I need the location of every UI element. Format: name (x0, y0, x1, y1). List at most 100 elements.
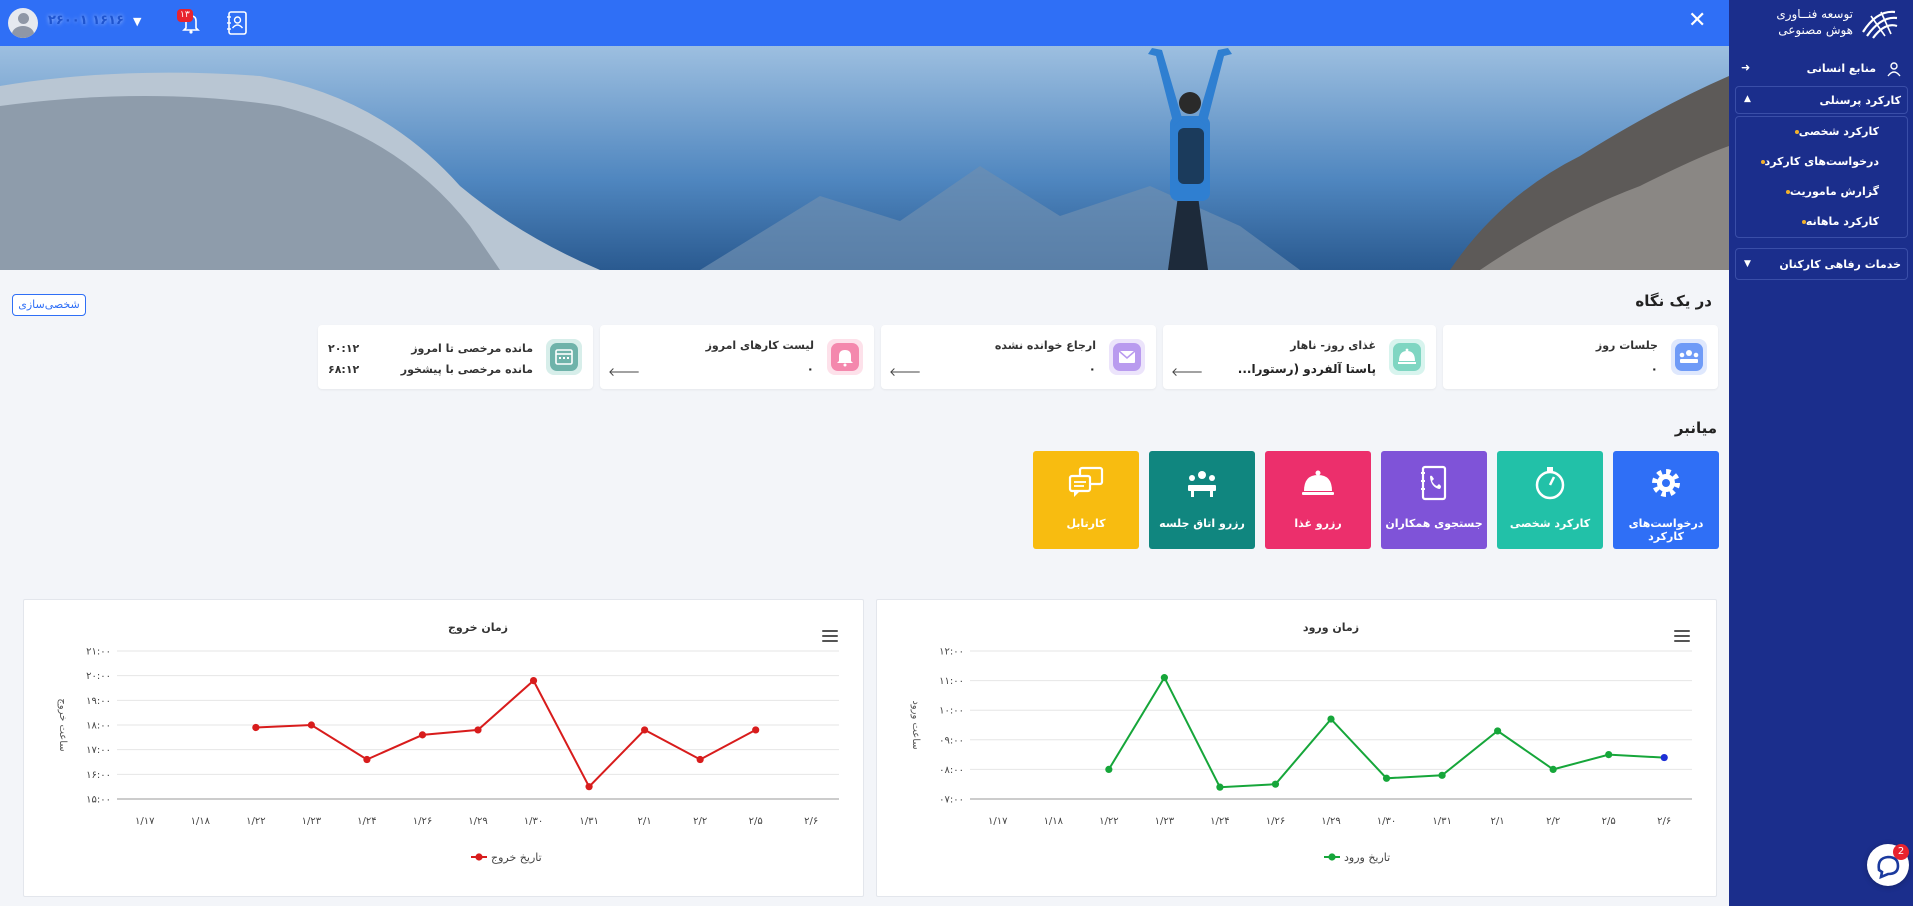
x-tick-label: ۲/۲ (1546, 816, 1560, 827)
arrow-left-icon[interactable]: 🡐 (889, 364, 921, 379)
card-title: غذای روز- ناهار (1290, 339, 1376, 352)
hero-banner (0, 46, 1729, 270)
legend-marker (475, 853, 483, 861)
card-value: ۰ (1088, 362, 1096, 376)
y-tick-label: ۱۰:۰۰ (939, 706, 964, 717)
arrow-left-icon[interactable]: 🡐 (608, 364, 640, 379)
data-point (474, 726, 482, 734)
data-point (1216, 783, 1224, 791)
user-name[interactable]: ۱۶۱۶ ۲۶۰۰۱ (48, 13, 124, 28)
y-tick-label: ۱۱:۰۰ (939, 676, 964, 687)
leave-today-label: مانده مرخصی تا امروز (411, 342, 533, 355)
meeting-room-icon (1188, 471, 1216, 497)
data-point (1160, 674, 1168, 682)
chart-title: زمان ورود (1303, 621, 1359, 634)
x-tick-label: ۱/۲۲ (1099, 816, 1118, 827)
x-tick-label: ۱/۱۸ (1044, 816, 1064, 827)
arrow-left-icon[interactable]: 🡐 (1171, 364, 1203, 379)
leave-advance-value: ۶۸:۱۲ (328, 363, 360, 376)
data-point (696, 755, 704, 764)
data-point (1549, 765, 1557, 773)
shortcut-search-colleagues[interactable]: جستجوی همکاران (1381, 451, 1487, 549)
shortcut-label: رزرو اتاق جلسه (1159, 517, 1245, 530)
y-tick-label: ۱۶:۰۰ (86, 770, 111, 781)
legend-label: تاریخ خروج (491, 851, 542, 864)
mail-icon (1109, 339, 1145, 375)
x-tick-label: ۱/۲۹ (1321, 816, 1340, 827)
data-point (363, 755, 371, 764)
x-tick-label: ۱/۱۷ (135, 816, 155, 827)
y-tick-label: ۱۹:۰۰ (86, 696, 111, 707)
card-lunch[interactable]: غذای روز- ناهار پاستا آلفردو (رستورا... … (1163, 325, 1436, 389)
x-tick-label: ۱/۲۳ (1155, 816, 1175, 827)
sidebar-group-welfare[interactable]: خدمات رفاهی کارکنان ▼ (1735, 248, 1908, 280)
card-leave-balance: مانده مرخصی تا امروز ۲۰:۱۲ مانده مرخصی ب… (318, 325, 593, 389)
x-tick-label: ۲/۲ (693, 816, 707, 827)
card-unread-referral[interactable]: ارجاع خوانده نشده ۰ 🡐 (881, 325, 1156, 389)
series-line (255, 679, 757, 789)
data-point (307, 721, 315, 729)
data-point (1494, 727, 1502, 735)
shortcut-meeting-room[interactable]: رزرو اتاق جلسه (1149, 451, 1255, 549)
chat-support-button[interactable]: 2 (1867, 844, 1909, 886)
shortcut-label: کارکرد شخصی (1509, 517, 1591, 530)
x-tick-label: ۱/۲۳ (302, 816, 322, 827)
data-point (1327, 715, 1335, 723)
shortcut-work-requests[interactable]: درخواست‌های کارکرد (1613, 451, 1719, 549)
food-cloche-icon (1302, 470, 1334, 495)
x-tick-label: ۱/۲۹ (468, 816, 487, 827)
y-tick-label: ۰۸:۰۰ (939, 765, 964, 776)
sidebar-subitem-personal[interactable]: کارکرد شخصی (1787, 125, 1879, 138)
close-icon[interactable]: ✕ (1688, 9, 1706, 33)
personalize-button[interactable]: شخصی‌سازی (12, 294, 86, 316)
card-todo-list[interactable]: لیست کارهای امروز ۰ 🡐 (600, 325, 874, 389)
x-tick-label: ۱/۱۷ (988, 816, 1008, 827)
card-meetings[interactable]: جلسات روز ۰ (1443, 325, 1718, 389)
notification-bell-icon[interactable]: ۱۳ (177, 9, 205, 37)
data-point (1605, 751, 1613, 759)
sidebar-subitem-monthly[interactable]: کارکرد ماهانه (1794, 215, 1879, 228)
sidebar-subitem-mission[interactable]: گزارش ماموریت (1778, 185, 1879, 198)
avatar[interactable] (8, 8, 38, 38)
x-tick-label: ۱/۳۰ (1377, 816, 1396, 827)
arrow-right-icon: ➜ (1741, 61, 1751, 74)
address-book-icon[interactable] (225, 9, 251, 37)
shortcut-label: جستجوی همکاران (1385, 517, 1483, 530)
sidebar-group-personnel[interactable]: کارکرد پرسنلی ▲ (1735, 86, 1908, 114)
users-icon (1886, 61, 1902, 77)
x-tick-label: ۲/۵ (749, 816, 763, 827)
shortcut-personal-work[interactable]: کارکرد شخصی (1497, 451, 1603, 549)
shortcut-food-reservation[interactable]: رزرو غذا (1265, 451, 1371, 549)
chevron-down-icon: ▼ (1744, 259, 1751, 269)
legend-label: تاریخ ورود (1344, 851, 1390, 864)
sidebar-item-hr[interactable]: منابع انسانی ➜ (1737, 56, 1908, 82)
data-point (641, 726, 649, 734)
shortcut-cartable[interactable]: کارتابل (1033, 451, 1139, 549)
chart-entry-time: زمان ورود ۰۷:۰۰ ۰۸:۰۰ ۰۹:۰۰ ۱۰:۰۰ ۱۱:۰۰ ۱۲:۰۰ س… (910, 621, 1692, 864)
card-title: لیست کارهای امروز (705, 339, 814, 352)
stopwatch-icon (1535, 467, 1565, 500)
sidebar: توسعه فنــاوری هوش مصنوعی منابع انسانی ➜… (1729, 0, 1913, 906)
food-cloche-icon (1389, 339, 1425, 375)
chart-exit-time: زمان خروج ۱۵:۰۰ ۱۶:۰۰ ۱۷:۰۰ ۱۸:۰۰ ۱۹:۰۰ ۲۰:۰۰ ۲… (57, 621, 839, 864)
chart-panel-entry: زمان ورود ۰۷:۰۰ ۰۸:۰۰ ۰۹:۰۰ ۱۰:۰۰ ۱۱:۰۰ ۱۲:۰۰ س… (876, 599, 1717, 897)
x-tick-label: ۲/۶ (1657, 816, 1671, 827)
chevron-down-icon[interactable]: ▼ (133, 15, 141, 28)
shortcuts-title: میانبر (1674, 419, 1717, 437)
y-tick-label: ۲۰:۰۰ (86, 671, 111, 682)
x-tick-label: ۱/۳۱ (1432, 816, 1451, 827)
x-tick-label: ۲/۵ (1602, 816, 1616, 827)
brand-line-1: توسعه فنــاوری (1776, 7, 1853, 21)
x-tick-label: ۲/۱ (638, 816, 652, 827)
brand-line-2: هوش مصنوعی (1778, 23, 1853, 37)
brand: توسعه فنــاوری هوش مصنوعی (1729, 0, 1913, 46)
y-axis-label: ساعت ورود (910, 700, 921, 749)
y-tick-label: ۱۲:۰۰ (939, 647, 964, 658)
sidebar-subitem-requests[interactable]: درخواست‌های کارکرد (1753, 155, 1879, 168)
data-point (1660, 753, 1668, 762)
card-value: ۰ (1650, 362, 1658, 376)
x-tick-label: ۲/۶ (804, 816, 818, 827)
data-point (1271, 780, 1280, 788)
legend-marker (1328, 853, 1336, 861)
card-title: جلسات روز (1595, 339, 1658, 352)
